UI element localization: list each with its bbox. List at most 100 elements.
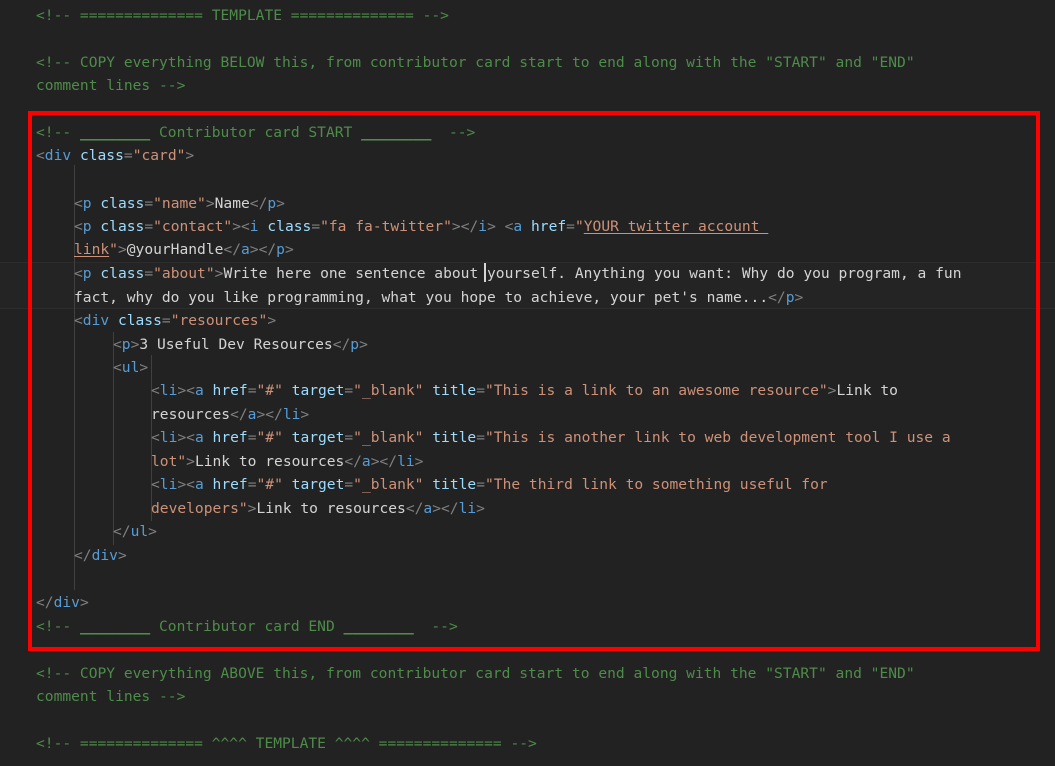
token: "This is a link to an awesome resource": [485, 382, 828, 399]
token: p: [121, 336, 131, 353]
token: Name: [214, 195, 250, 212]
token: p: [82, 218, 92, 235]
token: "name": [153, 195, 206, 212]
token: div: [53, 594, 80, 611]
line-copy-above-1[interactable]: <!-- COPY everything ABOVE this, from co…: [36, 662, 915, 686]
token: ></: [432, 500, 459, 517]
token: >: [794, 289, 804, 306]
line-li-1-wrap[interactable]: resources</a></li>: [151, 403, 309, 427]
token: <: [74, 218, 83, 235]
token: li: [159, 476, 178, 493]
line-li-2-wrap[interactable]: lot">Link to resources</a></li>: [151, 450, 423, 474]
token: =: [476, 382, 485, 399]
token: class: [100, 195, 145, 212]
line-li-2[interactable]: <li><a href="#" target="_blank" title="T…: [151, 426, 951, 450]
token: <: [151, 476, 160, 493]
token: Link to: [836, 382, 898, 399]
code-surface[interactable]: <!-- ============== TEMPLATE ===========…: [0, 0, 1055, 766]
line-ul-open[interactable]: <ul>: [113, 356, 148, 380]
token: comment lines -->: [36, 688, 186, 705]
token: ": [574, 218, 584, 235]
line-copy-below-2[interactable]: comment lines -->: [36, 74, 185, 98]
token: class: [267, 218, 312, 235]
token: </: [344, 453, 362, 470]
token: href: [212, 382, 248, 399]
line-p-contact[interactable]: <p class="contact"><i class="fa fa-twitt…: [74, 215, 768, 239]
line-card-end[interactable]: <!-- ________ Contributor card END _____…: [36, 615, 458, 639]
token: > <: [487, 218, 514, 235]
token: =: [247, 476, 257, 493]
line-div-resources-close[interactable]: </div>: [74, 544, 127, 568]
token: "resources": [170, 312, 268, 329]
token: =: [476, 429, 485, 446]
line-li-1[interactable]: <li><a href="#" target="_blank" title="T…: [151, 379, 898, 403]
token: >: [476, 500, 485, 517]
token: =: [566, 218, 575, 235]
token: </: [332, 336, 351, 353]
token: a: [513, 218, 523, 235]
token: =: [344, 429, 354, 446]
line-li-3[interactable]: <li><a href="#" target="_blank" title="T…: [151, 473, 828, 497]
line-div-card[interactable]: <div class="card">: [36, 144, 194, 168]
line-copy-above-2[interactable]: comment lines -->: [36, 685, 185, 709]
line-p-about-wrap[interactable]: fact, why do you like programming, what …: [74, 286, 803, 310]
token: p: [82, 195, 92, 212]
token: title: [432, 429, 477, 446]
token: ________: [361, 124, 432, 141]
token: 3 Useful Dev Resources: [139, 336, 333, 353]
token: ><: [177, 429, 195, 446]
token: <!--: [36, 124, 80, 141]
token: =: [247, 382, 257, 399]
token: <!-- COPY everything BELOW this, from co…: [36, 54, 915, 71]
token: <!-- ============== TEMPLATE ===========…: [36, 7, 449, 24]
token: ></: [256, 406, 283, 423]
token: target: [291, 382, 345, 399]
token: li: [458, 500, 477, 517]
line-card-start[interactable]: <!-- ________ Contributor card START ___…: [36, 121, 475, 145]
token: >: [139, 359, 149, 376]
token: ________: [79, 618, 151, 635]
token: class: [117, 312, 162, 329]
token: >: [205, 195, 215, 212]
token: >: [267, 312, 277, 329]
token: ><: [177, 476, 195, 493]
token: =: [476, 476, 485, 493]
line-p-about[interactable]: <p class="about">Write here one sentence…: [74, 262, 961, 286]
token: =: [123, 147, 133, 164]
token: <: [36, 147, 45, 164]
token: a: [194, 382, 204, 399]
token: ><: [232, 218, 250, 235]
token: </: [223, 241, 241, 258]
line-copy-below-1[interactable]: <!-- COPY everything BELOW this, from co…: [36, 51, 915, 75]
line-ul-close[interactable]: </ul>: [113, 520, 157, 544]
token: class: [100, 265, 145, 282]
token: =: [144, 265, 154, 282]
code-editor-pane[interactable]: <!-- ============== TEMPLATE ===========…: [0, 0, 1055, 766]
token: "contact": [153, 218, 233, 235]
token: >: [79, 594, 89, 611]
line-template-bottom[interactable]: <!-- ============== ^^^^ TEMPLATE ^^^^ =…: [36, 732, 537, 756]
line-p-heading[interactable]: <p>3 Useful Dev Resources</p>: [113, 333, 368, 357]
line-p-contact-wrap[interactable]: link">@yourHandle</a></p>: [74, 238, 294, 262]
token: resources: [151, 406, 231, 423]
token: "#": [256, 476, 283, 493]
token: >: [359, 336, 368, 353]
line-div-card-close[interactable]: </div>: [36, 591, 89, 615]
token: href: [212, 476, 248, 493]
line-template-top[interactable]: <!-- ============== TEMPLATE ===========…: [36, 4, 449, 28]
token: >: [284, 241, 294, 258]
line-div-resources[interactable]: <div class="resources">: [74, 309, 276, 333]
token: class: [79, 147, 124, 164]
line-p-name[interactable]: <p class="name">Name</p>: [74, 192, 285, 216]
token: a: [240, 241, 250, 258]
token: link: [74, 241, 110, 258]
token: div: [91, 547, 118, 564]
line-li-3-wrap[interactable]: developers">Link to resources</a></li>: [151, 497, 485, 521]
